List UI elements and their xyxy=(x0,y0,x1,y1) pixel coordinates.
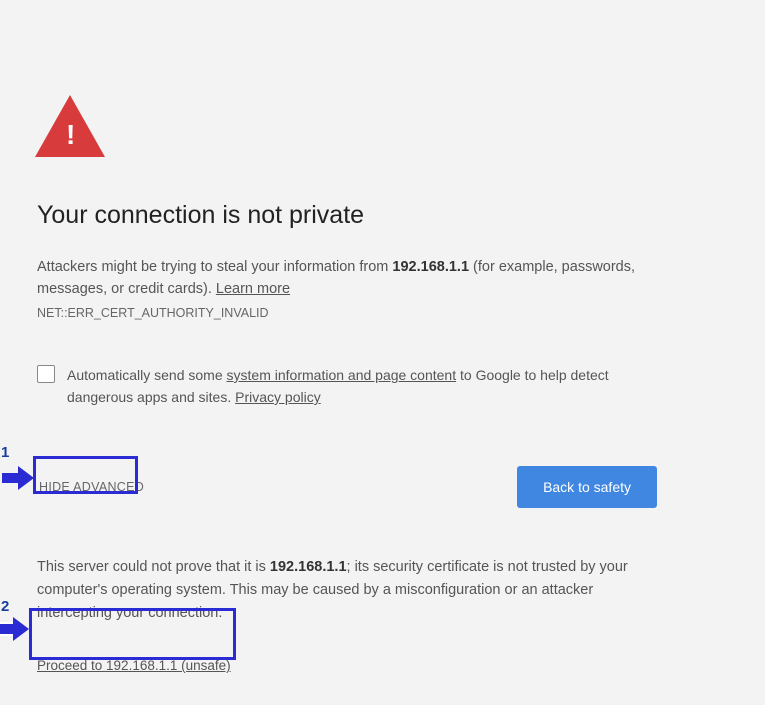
optin-prefix: Automatically send some xyxy=(67,367,227,383)
adv-host: 192.168.1.1 xyxy=(270,559,347,575)
reporting-optin-row: Automatically send some system informati… xyxy=(37,364,657,408)
annotation-arrow-2-icon xyxy=(0,617,30,641)
exclamation-mark: ! xyxy=(66,121,74,149)
hide-advanced-button[interactable]: HIDE ADVANCED xyxy=(37,470,146,504)
warning-triangle-icon: ! xyxy=(35,95,105,157)
page-title: Your connection is not private xyxy=(37,201,657,230)
privacy-policy-link[interactable]: Privacy policy xyxy=(235,389,321,405)
annotation-step-1-label: 1 xyxy=(1,444,9,461)
system-info-link[interactable]: system information and page content xyxy=(227,367,457,383)
adv-prefix: This server could not prove that it is xyxy=(37,559,270,575)
proceed-unsafe-link[interactable]: Proceed to 192.168.1.1 (unsafe) xyxy=(37,658,231,673)
body-host: 192.168.1.1 xyxy=(392,259,469,275)
button-row: HIDE ADVANCED Back to safety xyxy=(37,466,657,508)
ssl-warning-page: ! Your connection is not private Attacke… xyxy=(37,95,657,675)
annotation-step-2-label: 2 xyxy=(1,598,9,615)
reporting-optin-text: Automatically send some system informati… xyxy=(67,364,657,408)
learn-more-link[interactable]: Learn more xyxy=(216,281,290,297)
body-prefix: Attackers might be trying to steal your … xyxy=(37,259,392,275)
annotation-arrow-1-icon xyxy=(2,466,35,490)
reporting-checkbox[interactable] xyxy=(37,365,55,383)
back-to-safety-button[interactable]: Back to safety xyxy=(517,466,657,508)
error-code: NET::ERR_CERT_AUTHORITY_INVALID xyxy=(37,306,657,320)
warning-body-text: Attackers might be trying to steal your … xyxy=(37,256,657,300)
advanced-explanation-text: This server could not prove that it is 1… xyxy=(37,556,657,625)
